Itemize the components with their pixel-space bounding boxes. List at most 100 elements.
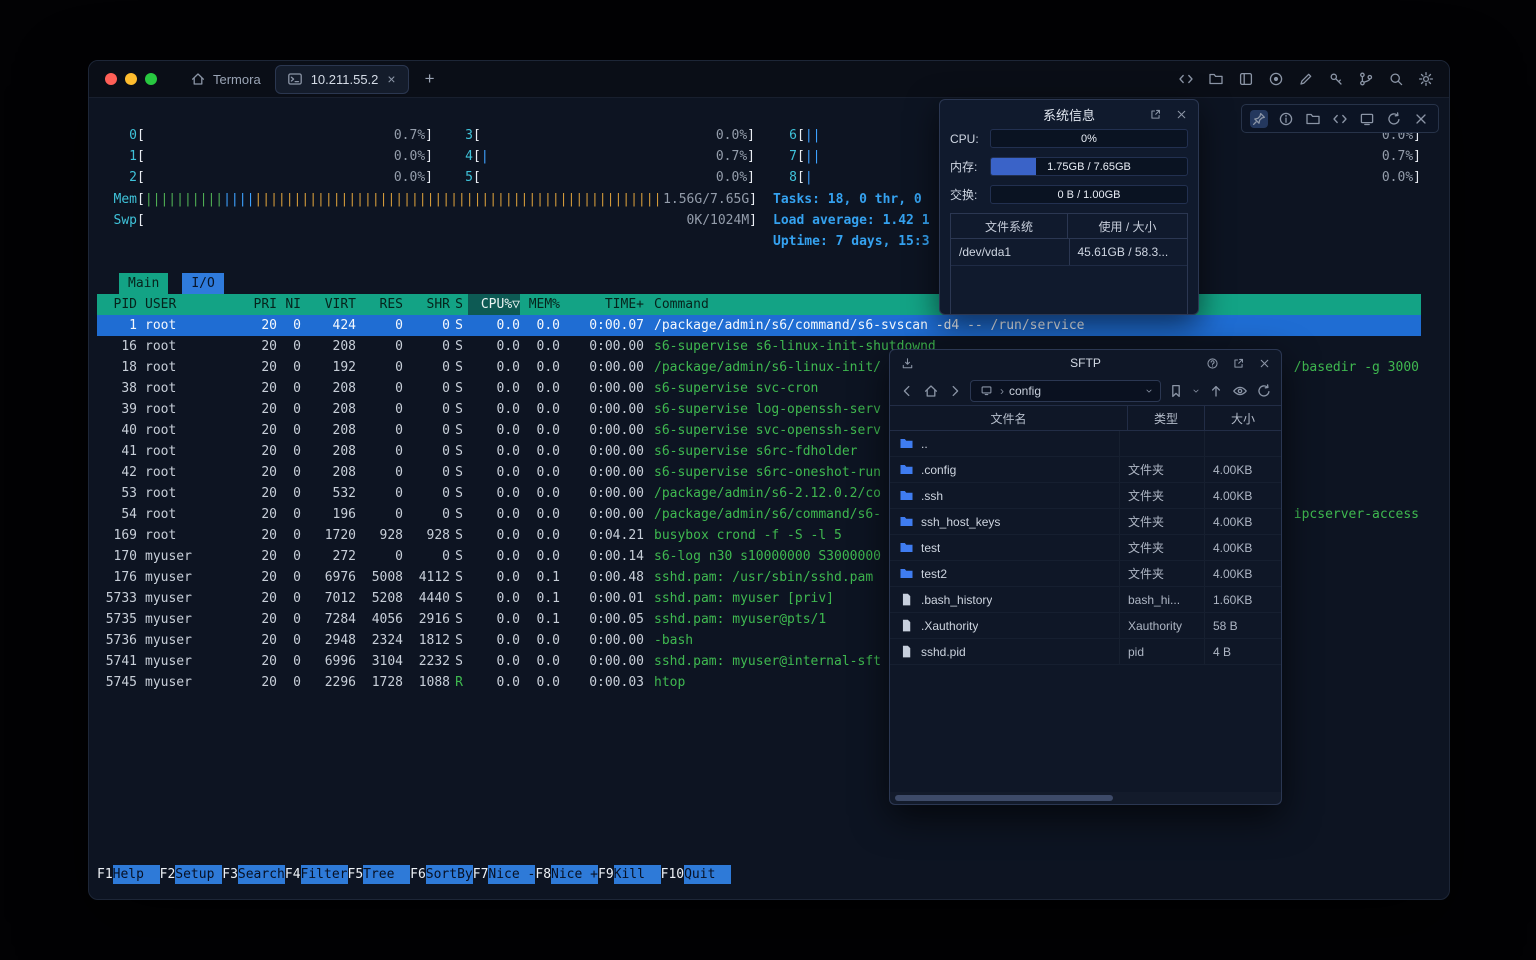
column-size[interactable]: 大小 xyxy=(1205,406,1281,430)
zoom-window-button[interactable] xyxy=(145,73,157,85)
sftp-file-row[interactable]: .. xyxy=(890,431,1281,457)
fkey-label-F10[interactable]: Quit xyxy=(684,865,731,884)
column-filename[interactable]: 文件名 xyxy=(890,406,1128,430)
open-in-window-icon[interactable] xyxy=(1229,354,1247,372)
header-virt[interactable]: VIRT xyxy=(301,294,356,315)
sftp-file-row[interactable]: .bash_historybash_hi...1.60KB xyxy=(890,587,1281,613)
path-dropdown-icon[interactable] xyxy=(1144,382,1154,400)
filesystem-table: 文件系统 使用 / 大小 /dev/vda145.61GB / 58.3... xyxy=(950,213,1188,315)
path-breadcrumb[interactable]: › config xyxy=(970,380,1161,402)
cell-res: 5208 xyxy=(356,588,403,609)
transfers-icon[interactable] xyxy=(898,354,916,372)
parent-directory-icon[interactable] xyxy=(1207,382,1225,400)
tab-termora-home[interactable]: Termora xyxy=(179,61,271,97)
home-dir-icon[interactable] xyxy=(922,382,940,400)
header-s[interactable]: S xyxy=(450,294,468,315)
header-res[interactable]: RES xyxy=(356,294,403,315)
sessions-icon[interactable] xyxy=(1237,70,1255,88)
close-icon[interactable] xyxy=(1412,110,1430,128)
key-icon[interactable] xyxy=(1327,70,1345,88)
cell-cpu: 0.0 xyxy=(468,378,520,399)
cell-shr: 0 xyxy=(403,462,450,483)
cell-user: myuser xyxy=(137,567,231,588)
sftp-file-row[interactable]: .XauthorityXauthority58 B xyxy=(890,613,1281,639)
cell-cpu: 0.0 xyxy=(468,525,520,546)
fkey-F1[interactable]: F1 xyxy=(97,865,113,884)
record-icon[interactable] xyxy=(1267,70,1285,88)
fkey-F3[interactable]: F3 xyxy=(222,865,238,884)
open-in-window-icon[interactable] xyxy=(1146,105,1164,123)
fkey-F10[interactable]: F10 xyxy=(661,865,684,884)
tab-close-icon[interactable]: × xyxy=(385,72,397,86)
fkey-F7[interactable]: F7 xyxy=(473,865,489,884)
back-icon[interactable] xyxy=(898,382,916,400)
code-icon[interactable] xyxy=(1177,70,1195,88)
show-hidden-icon[interactable] xyxy=(1231,382,1249,400)
sftp-file-row[interactable]: ssh_host_keys文件夹4.00KB xyxy=(890,509,1281,535)
header-ni[interactable]: NI xyxy=(277,294,301,315)
htop-tab-io[interactable]: I/O xyxy=(182,273,223,294)
header-time[interactable]: TIME+ xyxy=(560,294,644,315)
refresh-icon[interactable] xyxy=(1255,382,1273,400)
branch-icon[interactable] xyxy=(1357,70,1375,88)
folder-icon[interactable] xyxy=(1304,110,1322,128)
fkey-label-F1[interactable]: Help xyxy=(113,865,160,884)
fkey-label-F5[interactable]: Tree xyxy=(363,865,410,884)
fkey-F2[interactable]: F2 xyxy=(160,865,176,884)
new-tab-button[interactable]: + xyxy=(419,69,441,89)
close-window-button[interactable] xyxy=(105,73,117,85)
process-table-header[interactable]: PIDUSERPRINIVIRTRESSHRSCPU%▽MEM%TIME+Com… xyxy=(97,294,1421,315)
fkey-label-F2[interactable]: Setup xyxy=(175,865,222,884)
edit-icon[interactable] xyxy=(1297,70,1315,88)
close-sftp-icon[interactable] xyxy=(1255,354,1273,372)
fkey-F6[interactable]: F6 xyxy=(410,865,426,884)
close-panel-icon[interactable] xyxy=(1172,105,1190,123)
cell-size: 4.00KB xyxy=(1205,509,1281,534)
fkey-F4[interactable]: F4 xyxy=(285,865,301,884)
scrollbar-thumb[interactable] xyxy=(895,795,1113,801)
fkey-label-F6[interactable]: SortBy xyxy=(426,865,473,884)
header-pid[interactable]: PID xyxy=(97,294,137,315)
header-shr[interactable]: SHR xyxy=(403,294,450,315)
cell-s: S xyxy=(450,546,468,567)
header-user[interactable]: USER xyxy=(137,294,231,315)
sftp-file-row[interactable]: .config文件夹4.00KB xyxy=(890,457,1281,483)
header-mem[interactable]: MEM% xyxy=(520,294,560,315)
tab-session[interactable]: 10.211.55.2 × xyxy=(275,65,409,94)
fkey-label-F9[interactable]: Kill xyxy=(614,865,661,884)
sftp-file-row[interactable]: sshd.pidpid4 B xyxy=(890,639,1281,665)
cell-pid: 41 xyxy=(97,441,137,462)
refresh-icon[interactable] xyxy=(1385,110,1403,128)
header-cpu[interactable]: CPU%▽ xyxy=(468,294,520,315)
fkey-label-F8[interactable]: Nice + xyxy=(551,865,598,884)
fkey-F9[interactable]: F9 xyxy=(598,865,614,884)
help-icon[interactable] xyxy=(1203,354,1221,372)
header-pri[interactable]: PRI xyxy=(231,294,277,315)
fkey-label-F3[interactable]: Search xyxy=(238,865,285,884)
cell-cpu: 0.0 xyxy=(468,504,520,525)
process-row[interactable]: 1root20042400S0.00.00:00.07/package/admi… xyxy=(97,315,1421,336)
sftp-file-row[interactable]: test2文件夹4.00KB xyxy=(890,561,1281,587)
fkey-label-F7[interactable]: Nice - xyxy=(488,865,535,884)
fkey-label-F4[interactable]: Filter xyxy=(301,865,348,884)
pin-icon[interactable] xyxy=(1250,110,1268,128)
htop-tab-main[interactable]: Main xyxy=(119,273,168,294)
settings-icon[interactable] xyxy=(1417,70,1435,88)
bookmark-dropdown-icon[interactable] xyxy=(1191,382,1201,400)
forward-icon[interactable] xyxy=(946,382,964,400)
minimize-window-button[interactable] xyxy=(125,73,137,85)
fkey-F8[interactable]: F8 xyxy=(535,865,551,884)
cell-filename: .ssh xyxy=(890,483,1120,508)
folder-icon[interactable] xyxy=(1207,70,1225,88)
bookmark-icon[interactable] xyxy=(1167,382,1185,400)
fkey-F5[interactable]: F5 xyxy=(348,865,364,884)
search-icon[interactable] xyxy=(1387,70,1405,88)
filesystem-row[interactable]: /dev/vda145.61GB / 58.3... xyxy=(951,239,1187,266)
code-icon[interactable] xyxy=(1331,110,1349,128)
horizontal-scrollbar[interactable] xyxy=(890,792,1281,804)
column-type[interactable]: 类型 xyxy=(1128,406,1205,430)
sftp-file-row[interactable]: .ssh文件夹4.00KB xyxy=(890,483,1281,509)
screen-icon[interactable] xyxy=(1358,110,1376,128)
info-icon[interactable] xyxy=(1277,110,1295,128)
sftp-file-row[interactable]: test文件夹4.00KB xyxy=(890,535,1281,561)
